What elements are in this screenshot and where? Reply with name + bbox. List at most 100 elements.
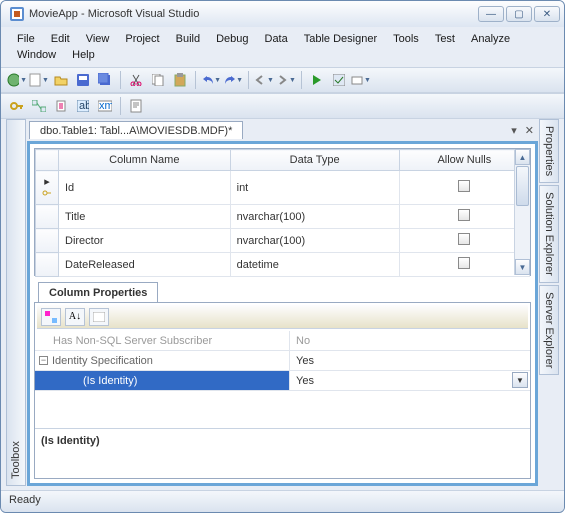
solution-explorer-tab[interactable]: Solution Explorer bbox=[539, 185, 559, 283]
toolbox-tab[interactable]: Toolbox bbox=[6, 119, 26, 486]
row-selector[interactable] bbox=[36, 205, 59, 229]
vertical-scrollbar[interactable]: ▲ ▼ bbox=[514, 149, 530, 275]
menu-window[interactable]: Window bbox=[9, 47, 64, 63]
menu-debug[interactable]: Debug bbox=[208, 31, 256, 47]
alphabetical-icon[interactable]: A↓ bbox=[65, 308, 85, 326]
cell-name[interactable]: Director bbox=[59, 229, 231, 253]
new-file-icon[interactable]: ▼ bbox=[29, 70, 49, 90]
relationships-icon[interactable] bbox=[29, 96, 49, 116]
paste-icon[interactable] bbox=[170, 70, 190, 90]
table-row[interactable]: Title nvarchar(100) bbox=[36, 205, 530, 229]
menu-edit[interactable]: Edit bbox=[43, 31, 78, 47]
new-project-icon[interactable]: ▼ bbox=[7, 70, 27, 90]
col-header-type[interactable]: Data Type bbox=[230, 150, 399, 171]
menu-bar: File Edit View Project Build Debug Data … bbox=[1, 27, 564, 67]
cell-nulls[interactable] bbox=[399, 229, 529, 253]
property-row[interactable]: −Identity Specification Yes bbox=[35, 351, 530, 371]
cell-type[interactable]: nvarchar(100) bbox=[230, 229, 399, 253]
menu-test[interactable]: Test bbox=[427, 31, 463, 47]
cell-nulls[interactable] bbox=[399, 253, 529, 277]
nav-back-icon[interactable]: ▼ bbox=[254, 70, 274, 90]
scroll-down-icon[interactable]: ▼ bbox=[515, 259, 530, 275]
property-value[interactable]: Yes▼ bbox=[290, 371, 530, 390]
cell-type[interactable]: int bbox=[230, 171, 399, 205]
cell-name[interactable]: Title bbox=[59, 205, 231, 229]
description-title: (Is Identity) bbox=[41, 435, 524, 447]
scroll-up-icon[interactable]: ▲ bbox=[515, 149, 530, 165]
start-debug-icon[interactable] bbox=[307, 70, 327, 90]
server-explorer-label: Server Explorer bbox=[543, 292, 555, 368]
description-pane: (Is Identity) bbox=[35, 428, 530, 478]
properties-grid: Has Non-SQL Server Subscriber No −Identi… bbox=[35, 331, 530, 428]
menu-build[interactable]: Build bbox=[168, 31, 208, 47]
cell-name[interactable]: DateReleased bbox=[59, 253, 231, 277]
undo-icon[interactable]: ▼ bbox=[201, 70, 221, 90]
table-row[interactable]: Director nvarchar(100) bbox=[36, 229, 530, 253]
nav-fwd-icon[interactable]: ▼ bbox=[276, 70, 296, 90]
xml-index-icon[interactable]: xml bbox=[95, 96, 115, 116]
indexes-icon[interactable] bbox=[51, 96, 71, 116]
property-name: Has Non-SQL Server Subscriber bbox=[35, 331, 290, 350]
find-icon[interactable]: ▼ bbox=[351, 70, 371, 90]
dropdown-button-icon[interactable]: ▼ bbox=[512, 372, 528, 388]
browse-icon[interactable] bbox=[329, 70, 349, 90]
scroll-thumb[interactable] bbox=[516, 166, 529, 206]
collapse-icon[interactable]: − bbox=[39, 356, 48, 365]
maximize-button[interactable]: ▢ bbox=[506, 6, 532, 22]
cell-type[interactable]: nvarchar(100) bbox=[230, 205, 399, 229]
tab-close-icon[interactable]: ✕ bbox=[521, 124, 538, 137]
server-explorer-tab[interactable]: Server Explorer bbox=[539, 285, 559, 375]
toolbox-label: Toolbox bbox=[10, 441, 22, 479]
copy-icon[interactable] bbox=[148, 70, 168, 90]
check-constraint-icon[interactable]: ab bbox=[73, 96, 93, 116]
save-all-icon[interactable] bbox=[95, 70, 115, 90]
table-row[interactable]: ▸ Id int bbox=[36, 171, 530, 205]
cell-name[interactable]: Id bbox=[59, 171, 231, 205]
checkbox-icon[interactable] bbox=[458, 209, 470, 221]
properties-window-tab[interactable]: Properties bbox=[539, 119, 559, 183]
checkbox-icon[interactable] bbox=[458, 233, 470, 245]
checkbox-icon[interactable] bbox=[458, 180, 470, 192]
col-header-name[interactable]: Column Name bbox=[59, 150, 231, 171]
property-name-text: Identity Specification bbox=[52, 355, 153, 367]
status-text: Ready bbox=[9, 494, 41, 506]
cell-nulls[interactable] bbox=[399, 205, 529, 229]
menu-analyze[interactable]: Analyze bbox=[463, 31, 518, 47]
redo-icon[interactable]: ▼ bbox=[223, 70, 243, 90]
property-pages-icon[interactable] bbox=[89, 308, 109, 326]
menu-data[interactable]: Data bbox=[257, 31, 296, 47]
property-name: (Is Identity) bbox=[35, 371, 290, 390]
close-button[interactable]: ✕ bbox=[534, 6, 560, 22]
document-tab[interactable]: dbo.Table1: Tabl...A\MOVIESDB.MDF)* bbox=[29, 121, 243, 139]
menu-file[interactable]: File bbox=[9, 31, 43, 47]
cut-icon[interactable] bbox=[126, 70, 146, 90]
menu-view[interactable]: View bbox=[78, 31, 118, 47]
property-row[interactable]: Has Non-SQL Server Subscriber No bbox=[35, 331, 530, 351]
open-icon[interactable] bbox=[51, 70, 71, 90]
tab-dropdown-icon[interactable]: ▾ bbox=[507, 124, 521, 137]
checkbox-icon[interactable] bbox=[458, 257, 470, 269]
minimize-button[interactable]: — bbox=[478, 6, 504, 22]
categorized-icon[interactable] bbox=[41, 308, 61, 326]
menu-table-designer[interactable]: Table Designer bbox=[296, 31, 385, 47]
save-icon[interactable] bbox=[73, 70, 93, 90]
title-bar[interactable]: MovieApp - Microsoft Visual Studio — ▢ ✕ bbox=[1, 1, 564, 27]
cell-type[interactable]: datetime bbox=[230, 253, 399, 277]
menu-tools[interactable]: Tools bbox=[385, 31, 427, 47]
column-properties-tab[interactable]: Column Properties bbox=[38, 282, 158, 303]
property-value[interactable]: Yes bbox=[290, 351, 530, 370]
cell-nulls[interactable] bbox=[399, 171, 529, 205]
key-icon[interactable] bbox=[7, 96, 27, 116]
row-selector[interactable] bbox=[36, 253, 59, 277]
col-header-nulls[interactable]: Allow Nulls bbox=[399, 150, 529, 171]
document-area: dbo.Table1: Tabl...A\MOVIESDB.MDF)* ▾ ✕ … bbox=[27, 119, 538, 486]
menu-help[interactable]: Help bbox=[64, 47, 103, 63]
designer-toolbar: ab xml bbox=[1, 93, 564, 119]
table-row[interactable]: DateReleased datetime bbox=[36, 253, 530, 277]
generate-script-icon[interactable] bbox=[126, 96, 146, 116]
row-selector-pk[interactable]: ▸ bbox=[36, 171, 59, 205]
property-row-selected[interactable]: (Is Identity) Yes▼ bbox=[35, 371, 530, 391]
menu-project[interactable]: Project bbox=[117, 31, 167, 47]
window-title: MovieApp - Microsoft Visual Studio bbox=[29, 8, 478, 20]
row-selector[interactable] bbox=[36, 229, 59, 253]
